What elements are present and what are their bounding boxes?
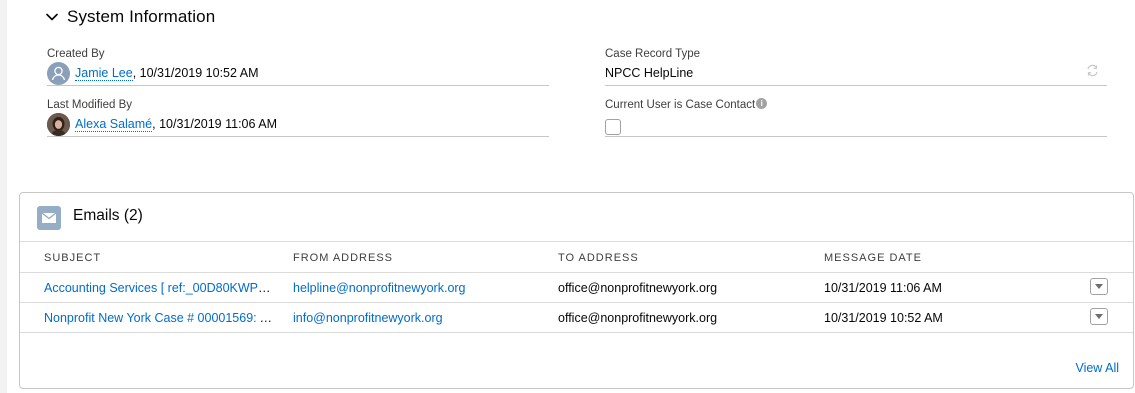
left-rail: [0, 0, 7, 393]
case-detail-page: System Information Created By Jamie Lee,…: [0, 0, 1135, 393]
column-header-subject: SUBJECT: [44, 252, 102, 264]
current-user-case-contact-label: Current User is Case Contact i: [605, 98, 768, 111]
current-user-case-contact-field: Current User is Case Contact i: [605, 98, 1107, 145]
email-subject-link[interactable]: Accounting Services [ ref:_00D80KWPC._..…: [44, 273, 278, 302]
info-icon[interactable]: i: [756, 98, 768, 110]
email-message-date: 10/31/2019 11:06 AM: [824, 281, 942, 295]
table-row: Accounting Services [ ref:_00D80KWPC._..…: [20, 273, 1133, 303]
emails-title[interactable]: Emails (2): [73, 207, 143, 225]
table-row: Nonprofit New York Case # 00001569: Acc.…: [20, 303, 1133, 333]
user-avatar-icon: [47, 61, 70, 85]
case-contact-checkbox[interactable]: [605, 119, 621, 135]
last-modified-by-timestamp: , 10/31/2019 11:06 AM: [152, 117, 277, 131]
created-by-field: Created By Jamie Lee, 10/31/2019 10:52 A…: [47, 48, 549, 94]
emails-table: SUBJECT FROM ADDRESS TO ADDRESS MESSAGE …: [20, 241, 1133, 333]
case-record-type-label: Case Record Type: [605, 48, 701, 60]
dropdown-arrow-icon: [1095, 314, 1103, 319]
user-photo-avatar: [47, 112, 70, 136]
row-actions-button[interactable]: [1090, 278, 1108, 295]
column-header-to-address: TO ADDRESS: [558, 252, 639, 264]
table-header: SUBJECT FROM ADDRESS TO ADDRESS MESSAGE …: [20, 241, 1133, 273]
email-to-address: office@nonprofitnewyork.org: [558, 311, 718, 325]
case-record-type-field: Case Record Type NPCC HelpLine: [605, 48, 1107, 94]
current-user-case-contact-value: [605, 112, 621, 136]
view-all-link[interactable]: View All: [1075, 361, 1119, 375]
column-header-from-address: FROM ADDRESS: [293, 252, 394, 264]
email-from-link[interactable]: helpline@nonprofitnewyork.org: [293, 273, 466, 302]
case-record-type-value: NPCC HelpLine: [605, 66, 694, 80]
email-from-link[interactable]: info@nonprofitnewyork.org: [293, 303, 443, 332]
dropdown-arrow-icon: [1095, 284, 1103, 289]
last-modified-by-label: Last Modified By: [47, 99, 133, 111]
created-by-value: Jamie Lee, 10/31/2019 10:52 AM: [47, 61, 258, 85]
email-subject-link[interactable]: Nonprofit New York Case # 00001569: Acc.…: [44, 303, 278, 332]
email-message-date: 10/31/2019 10:52 AM: [824, 311, 943, 325]
field-divider: [47, 136, 549, 137]
field-divider: [605, 85, 1107, 86]
last-modified-by-value: Alexa Salamé, 10/31/2019 11:06 AM: [47, 112, 277, 136]
system-information-toggle[interactable]: System Information: [44, 6, 215, 28]
change-record-type-icon[interactable]: [1086, 64, 1099, 77]
created-by-user-link[interactable]: Jamie Lee: [75, 66, 133, 81]
created-by-timestamp: , 10/31/2019 10:52 AM: [132, 66, 259, 80]
last-modified-by-field: Last Modified By Alexa Salamé, 10/31/201…: [47, 99, 549, 145]
field-divider: [605, 136, 1107, 137]
row-actions-button[interactable]: [1090, 308, 1108, 325]
email-to-address: office@nonprofitnewyork.org: [558, 281, 718, 295]
created-by-label: Created By: [47, 48, 105, 60]
section-title: System Information: [67, 7, 216, 26]
field-divider: [47, 85, 549, 86]
last-modified-by-user-link[interactable]: Alexa Salamé: [75, 117, 153, 132]
email-icon: [37, 206, 61, 230]
emails-related-list: Emails (2) SUBJECT FROM ADDRESS TO ADDRE…: [19, 192, 1134, 389]
column-header-message-date: MESSAGE DATE: [824, 252, 922, 264]
chevron-down-icon: [46, 13, 58, 21]
